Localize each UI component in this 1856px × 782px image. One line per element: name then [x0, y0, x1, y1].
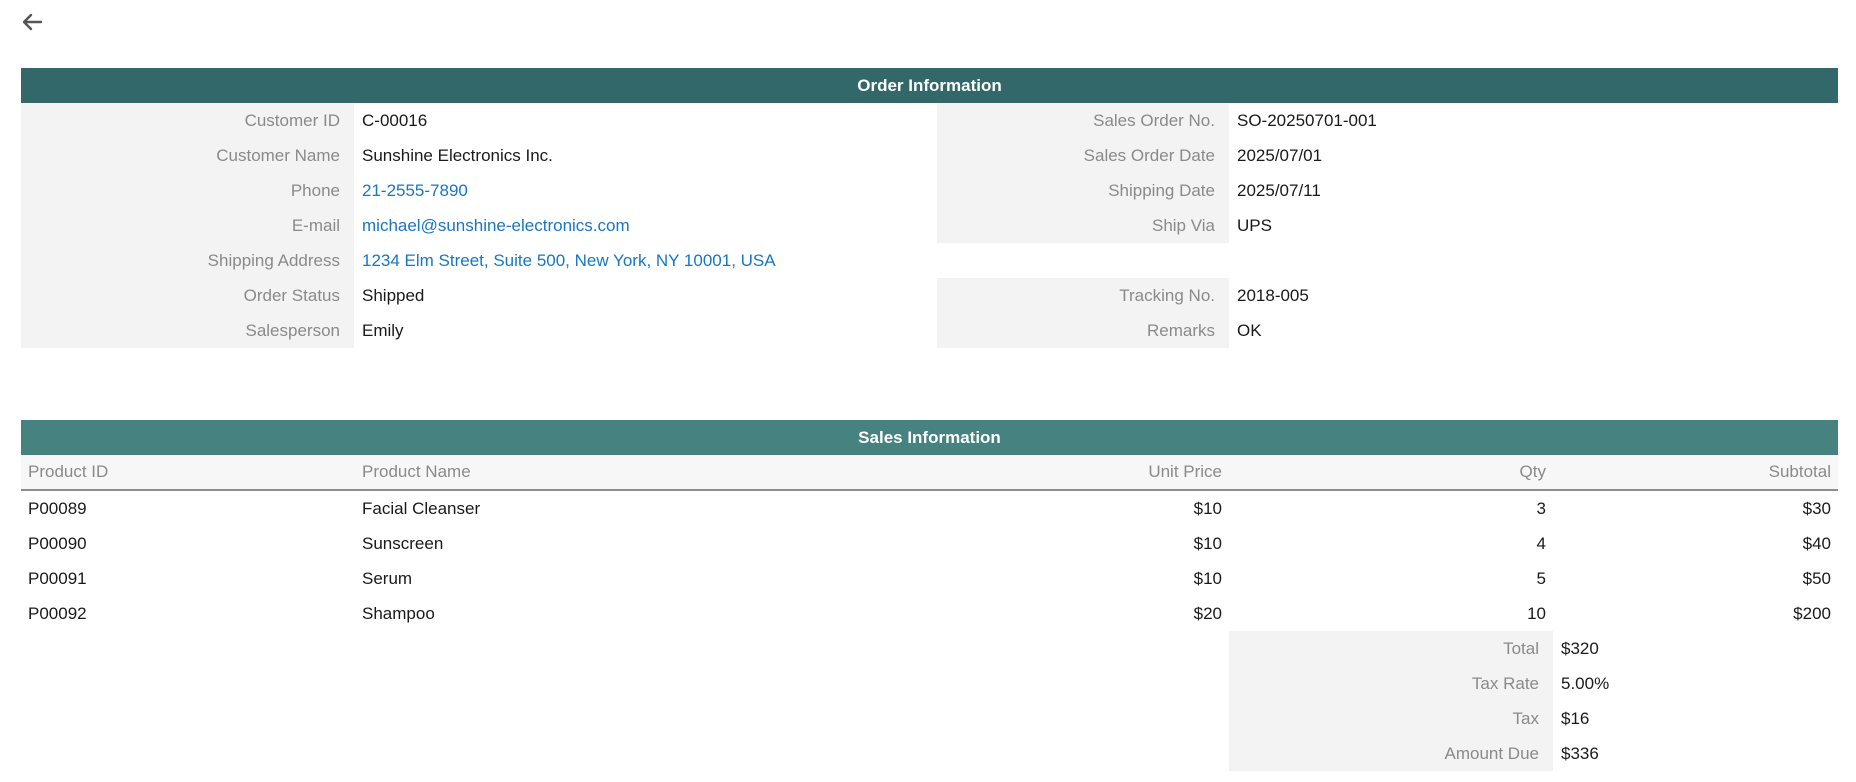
- tax-rate-row: Tax Rate 5.00%: [1229, 666, 1838, 701]
- subtotal-cell: $200: [1793, 603, 1831, 623]
- product-name-cell: Shampoo: [362, 603, 435, 623]
- tax-rate-value: 5.00%: [1561, 673, 1610, 693]
- sales-information-section: Sales Information Product ID Product Nam…: [21, 420, 1838, 771]
- product-name-cell: Facial Cleanser: [362, 498, 481, 518]
- amount-due-row: Amount Due $336: [1229, 736, 1838, 771]
- tax-value: $16: [1561, 708, 1590, 728]
- shipping-date-label: Shipping Date: [937, 173, 1229, 208]
- table-row[interactable]: P00090 Sunscreen $10 4 $40: [21, 526, 1838, 561]
- subtotal-cell: $30: [1802, 498, 1831, 518]
- product-name-cell: Sunscreen: [362, 533, 444, 553]
- sales-order-date-label: Sales Order Date: [937, 138, 1229, 173]
- totals-block: Total $320 Tax Rate 5.00% Tax $16 Amount…: [1229, 631, 1838, 771]
- product-id-cell: P00089: [28, 498, 87, 518]
- shipping-date-value: 2025/07/11: [1237, 180, 1321, 200]
- qty-cell: 3: [1536, 498, 1546, 518]
- info-row: Customer Name Sunshine Electronics Inc. …: [21, 138, 1838, 173]
- shipping-address-label: Shipping Address: [21, 243, 354, 278]
- sales-order-no-value: SO-20250701-001: [1237, 110, 1377, 130]
- subtotal-cell: $40: [1802, 533, 1831, 553]
- tracking-no-value: 2018-005: [1237, 285, 1309, 305]
- customer-name-value: Sunshine Electronics Inc.: [362, 145, 553, 165]
- info-row: Order Status Shipped Tracking No. 2018-0…: [21, 278, 1838, 313]
- subtotal-cell: $50: [1802, 568, 1831, 588]
- customer-name-label: Customer Name: [21, 138, 354, 173]
- total-label: Total: [1229, 631, 1553, 666]
- order-status-value: Shipped: [362, 285, 425, 305]
- product-id-cell: P00090: [28, 533, 87, 553]
- total-row: Total $320: [1229, 631, 1838, 666]
- column-header-product-name[interactable]: Product Name: [354, 455, 937, 489]
- customer-id-value: C-00016: [362, 110, 428, 130]
- table-row[interactable]: P00091 Serum $10 5 $50: [21, 561, 1838, 596]
- unit-price-cell: $10: [1193, 533, 1222, 553]
- product-id-cell: P00091: [28, 568, 87, 588]
- order-status-label: Order Status: [21, 278, 354, 313]
- info-row: Shipping Address 1234 Elm Street, Suite …: [21, 243, 1838, 278]
- sales-order-date-value: 2025/07/01: [1237, 145, 1323, 165]
- sales-order-no-label: Sales Order No.: [937, 103, 1229, 138]
- remarks-value: OK: [1237, 320, 1262, 340]
- sales-information-header: Sales Information: [21, 420, 1838, 455]
- back-button[interactable]: [18, 10, 46, 38]
- info-row: E-mail michael@sunshine-electronics.com …: [21, 208, 1838, 243]
- qty-cell: 4: [1536, 533, 1546, 553]
- remarks-label: Remarks: [937, 313, 1229, 348]
- arrow-left-icon: [21, 11, 43, 38]
- tracking-no-label: Tracking No.: [937, 278, 1229, 313]
- salesperson-label: Salesperson: [21, 313, 354, 348]
- info-row: Salesperson Emily Remarks OK: [21, 313, 1838, 348]
- email-link[interactable]: michael@sunshine-electronics.com: [362, 216, 630, 236]
- amount-due-value: $336: [1561, 743, 1599, 763]
- order-information-header: Order Information: [21, 68, 1838, 103]
- tax-rate-label: Tax Rate: [1229, 666, 1553, 701]
- qty-cell: 10: [1527, 603, 1546, 623]
- phone-link[interactable]: 21-2555-7890: [362, 181, 468, 201]
- order-information-section: Order Information Customer ID C-00016 Sa…: [21, 68, 1838, 348]
- ship-via-label: Ship Via: [937, 208, 1229, 243]
- salesperson-value: Emily: [362, 320, 404, 340]
- ship-via-value: UPS: [1237, 215, 1272, 235]
- unit-price-cell: $10: [1193, 568, 1222, 588]
- amount-due-label: Amount Due: [1229, 736, 1553, 771]
- product-id-cell: P00092: [28, 603, 87, 623]
- unit-price-cell: $20: [1193, 603, 1222, 623]
- column-header-qty[interactable]: Qty: [1229, 455, 1553, 489]
- table-row[interactable]: P00089 Facial Cleanser $10 3 $30: [21, 491, 1838, 526]
- info-row: Customer ID C-00016 Sales Order No. SO-2…: [21, 103, 1838, 138]
- shipping-address-link[interactable]: 1234 Elm Street, Suite 500, New York, NY…: [362, 251, 776, 271]
- total-value: $320: [1561, 638, 1599, 658]
- column-header-product-id[interactable]: Product ID: [21, 455, 354, 489]
- email-label: E-mail: [21, 208, 354, 243]
- qty-cell: 5: [1536, 568, 1546, 588]
- column-header-subtotal[interactable]: Subtotal: [1553, 455, 1838, 489]
- product-name-cell: Serum: [362, 568, 413, 588]
- table-row[interactable]: P00092 Shampoo $20 10 $200: [21, 596, 1838, 631]
- column-header-unit-price[interactable]: Unit Price: [937, 455, 1229, 489]
- unit-price-cell: $10: [1193, 498, 1222, 518]
- tax-label: Tax: [1229, 701, 1553, 736]
- customer-id-label: Customer ID: [21, 103, 354, 138]
- info-row: Phone 21-2555-7890 Shipping Date 2025/07…: [21, 173, 1838, 208]
- phone-label: Phone: [21, 173, 354, 208]
- table-header: Product ID Product Name Unit Price Qty S…: [21, 455, 1838, 491]
- tax-row: Tax $16: [1229, 701, 1838, 736]
